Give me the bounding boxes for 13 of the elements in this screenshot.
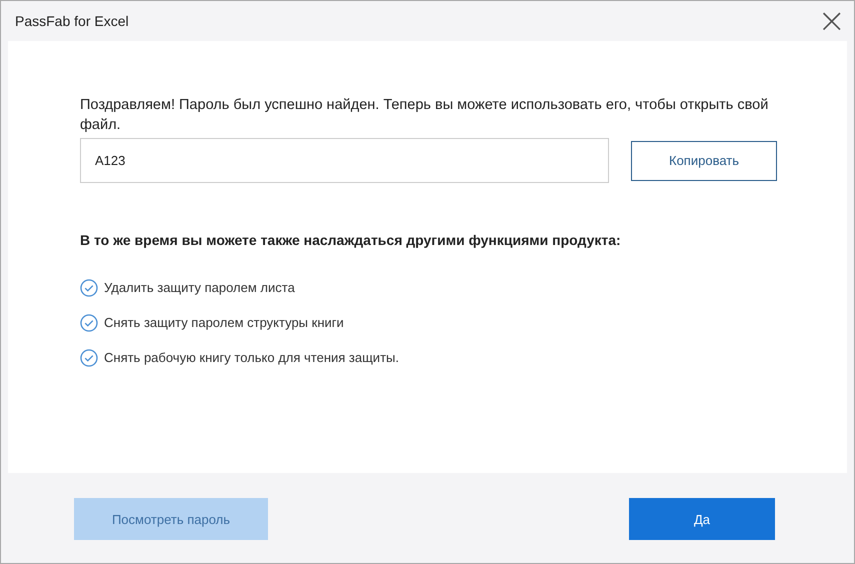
feature-item: Удалить защиту паролем листа bbox=[104, 280, 295, 295]
feature-item: Снять рабочую книгу только для чтения защиты. bbox=[104, 350, 399, 365]
window-title: PassFab for Excel bbox=[15, 13, 129, 29]
confirm-button[interactable]: Да bbox=[629, 498, 775, 540]
check-circle-icon bbox=[80, 278, 98, 296]
close-button[interactable]: × bbox=[816, 6, 848, 36]
feature-item: Снять защиту паролем структуры книги bbox=[104, 315, 344, 330]
check-circle-icon bbox=[80, 314, 98, 332]
password-field[interactable]: A123 bbox=[80, 138, 609, 183]
features-heading: В то же время вы можете также наслаждаться другими функциями продукта: bbox=[80, 232, 622, 248]
copy-button[interactable]: Копировать bbox=[631, 140, 777, 180]
check-circle-icon bbox=[80, 348, 98, 366]
success-message: Поздравляем! Пароль был успешно найден. Теперь вы можете использовать его, чтобы открыть свой файл. bbox=[80, 96, 770, 135]
